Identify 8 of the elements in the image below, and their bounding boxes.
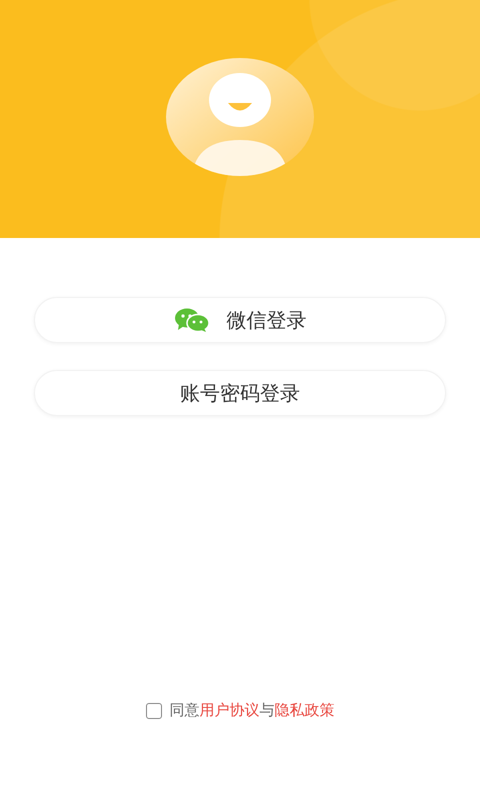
wechat-login-button[interactable]: 微信登录	[34, 297, 446, 343]
avatar-icon	[166, 58, 314, 176]
agreement-text: 同意用户协议与隐私政策	[170, 701, 334, 720]
privacy-policy-link[interactable]: 隐私政策	[274, 701, 334, 719]
checkbox[interactable]	[146, 702, 162, 718]
user-agreement-link[interactable]: 用户协议	[200, 701, 260, 719]
chat-bubbles-icon	[174, 308, 210, 332]
account-login-button[interactable]: 账号密码登录	[34, 370, 446, 416]
